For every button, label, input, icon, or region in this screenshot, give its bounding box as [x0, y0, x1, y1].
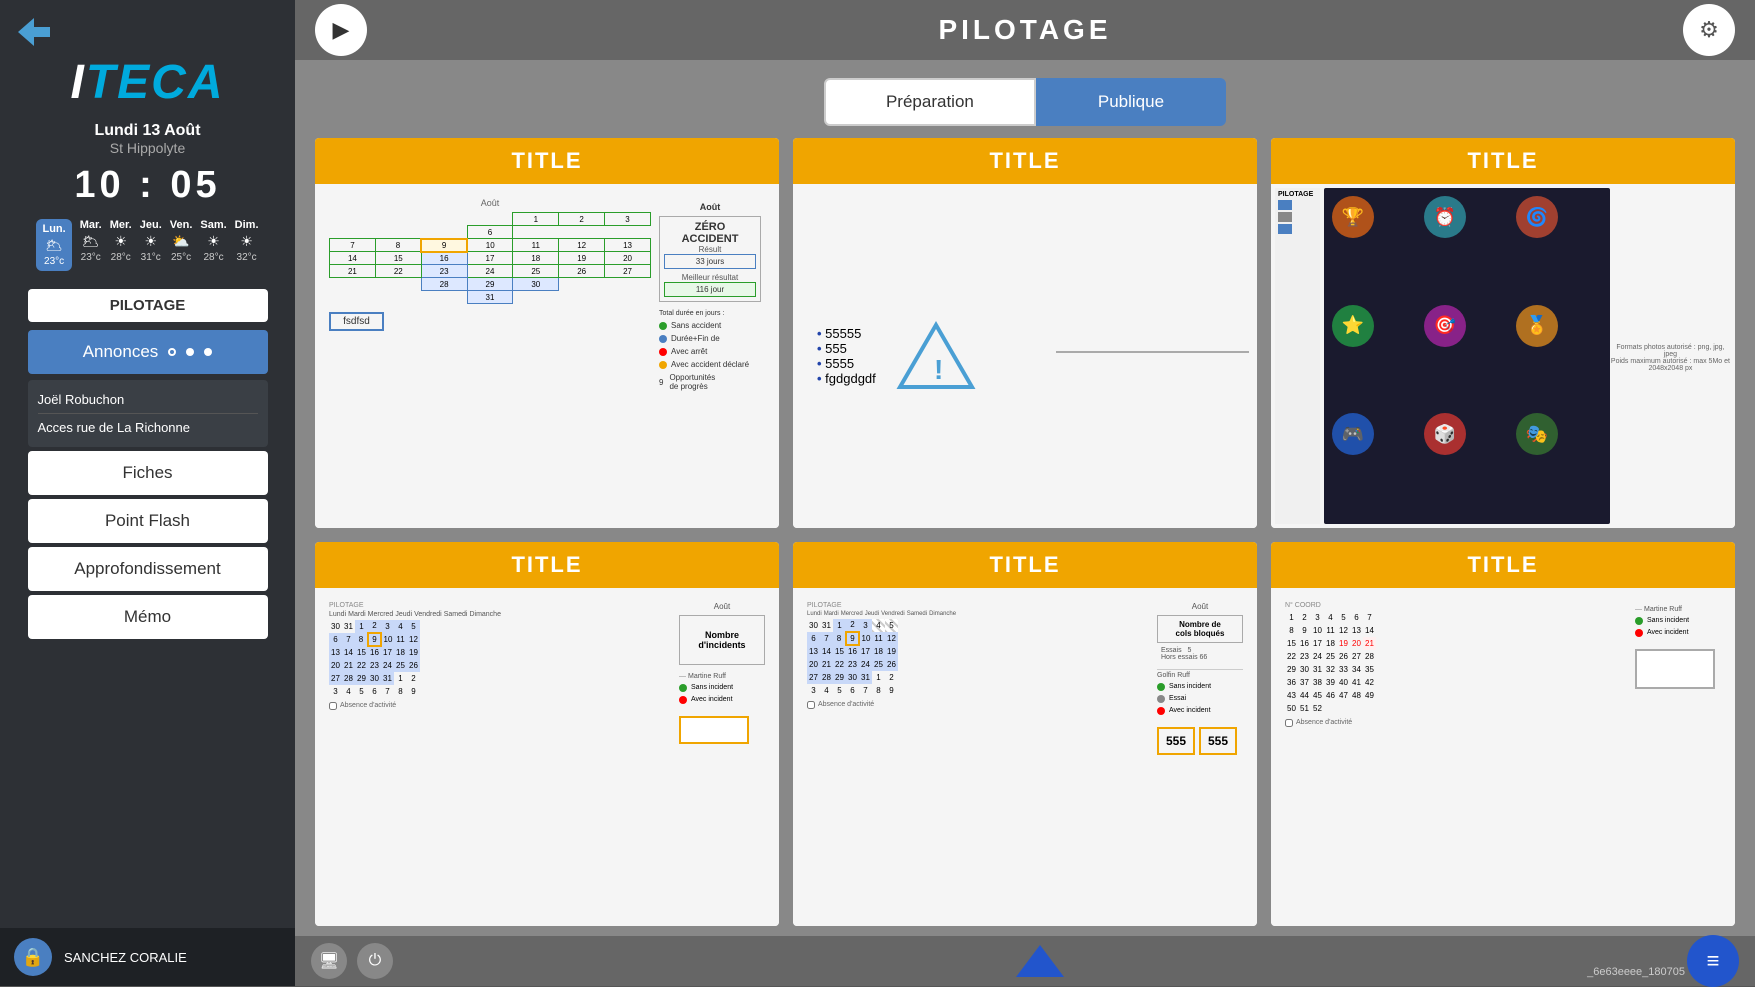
- card-1[interactable]: TITLE Août 123 6: [315, 138, 779, 528]
- user-name: SANCHEZ CORALIE: [64, 950, 187, 965]
- dot-2: [186, 348, 194, 356]
- card-5-body: PILOTAGE LundiMardiMercredJeudiVendrediS…: [793, 588, 1257, 927]
- sidebar-item-fiches[interactable]: Fiches: [28, 451, 268, 495]
- weather-day-6: Dim. ☀ 32°c: [235, 219, 259, 263]
- sidebar: ITECA Lundi 13 Août St Hippolyte 10 : 05…: [0, 0, 295, 986]
- weather-row: Lun. 🌥 23°c Mar. 🌥 23°c Mer. ☀ 28°c Jeu.…: [36, 219, 258, 271]
- dot-3: [204, 348, 212, 356]
- sidebar-location: St Hippolyte: [110, 140, 185, 156]
- sidebar-item-memo[interactable]: Mémo: [28, 595, 268, 639]
- list-item: 55555: [817, 326, 876, 341]
- card-6-title: TITLE: [1271, 542, 1735, 588]
- card-4[interactable]: TITLE PILOTAGE LundiMardiMercredJeudiVen…: [315, 542, 779, 927]
- sidebar-time: 10 : 05: [74, 164, 220, 207]
- power-icon-btn[interactable]: ⏻: [357, 943, 393, 979]
- card-6-body: N° COORD 1234567 891011121314 1516171819…: [1271, 588, 1735, 927]
- photo-thumb: 🎲: [1424, 413, 1466, 455]
- list-item: 555: [817, 341, 876, 356]
- settings-button[interactable]: ⚙: [1683, 4, 1735, 56]
- card-6[interactable]: TITLE N° COORD 1234567 891011121314: [1271, 542, 1735, 927]
- logo: ITECA: [70, 55, 224, 110]
- sidebar-sub-items: Joël Robuchon Acces rue de La Richonne: [28, 380, 268, 447]
- version-text: _6e63eeee_180705: [1587, 966, 1685, 978]
- card-5-title: TITLE: [793, 542, 1257, 588]
- warning-icon: !: [896, 321, 976, 391]
- card-4-title: TITLE: [315, 542, 779, 588]
- play-button[interactable]: ▶: [315, 4, 367, 56]
- card-3[interactable]: TITLE PILOTAGE 🏆 ⏰ 🌀 ⭐: [1271, 138, 1735, 528]
- photo-thumb: ⭐: [1332, 305, 1374, 347]
- photo-thumb: 🏅: [1516, 305, 1558, 347]
- sidebar-item-approfondissement[interactable]: Approfondissement: [28, 547, 268, 591]
- weather-day-5: Sam. ☀ 28°c: [200, 219, 226, 263]
- photo-thumb: ⏰: [1424, 196, 1466, 238]
- card-3-title: TITLE: [1271, 138, 1735, 184]
- photo-thumb: 🎯: [1424, 305, 1466, 347]
- weather-day-4: Ven. ⛅ 25°c: [170, 219, 193, 263]
- card-2-body: 55555 555 5555 fgdgdgdf !: [793, 184, 1257, 528]
- list-item: 5555: [817, 356, 876, 371]
- lock-button[interactable]: 🔒: [14, 938, 52, 976]
- sidebar-sub-acces[interactable]: Acces rue de La Richonne: [38, 414, 258, 441]
- sidebar-bottom: 🔒 SANCHEZ CORALIE: [0, 928, 295, 986]
- list-item: fgdgdgdf: [817, 371, 876, 386]
- card-3-body: PILOTAGE 🏆 ⏰ 🌀 ⭐ 🎯 🏅 🎮 🎲: [1271, 184, 1735, 528]
- sidebar-nav: Annonces Joël Robuchon Acces rue de La R…: [28, 330, 268, 639]
- monitor-icon-btn[interactable]: 🖥: [311, 943, 347, 979]
- tab-preparation[interactable]: Préparation: [824, 78, 1036, 126]
- weather-day-0: Lun. 🌥 23°c: [36, 219, 71, 271]
- photo-thumb: 🎭: [1516, 413, 1558, 455]
- main-content: ▶ PILOTAGE ⚙ Préparation Publique TITLE …: [295, 0, 1755, 986]
- menu-fab-button[interactable]: ≡: [1687, 935, 1739, 987]
- back-button[interactable]: [18, 18, 50, 49]
- main-bottom-bar: 🖥 ⏻ ≡: [295, 936, 1755, 986]
- card-5[interactable]: TITLE PILOTAGE LundiMardiMercredJeudiVen…: [793, 542, 1257, 927]
- photo-thumb: 🏆: [1332, 196, 1374, 238]
- svg-text:!: !: [934, 354, 943, 385]
- dot-1: [168, 348, 176, 356]
- bottom-left-icons: 🖥 ⏻: [311, 943, 393, 979]
- weather-day-3: Jeu. ☀ 31°c: [140, 219, 162, 263]
- pilotage-label: PILOTAGE: [28, 289, 268, 322]
- card-4-body: PILOTAGE LundiMardiMercredJeudiVendrediS…: [315, 588, 779, 927]
- card-2-list: 55555 555 5555 fgdgdgdf: [817, 326, 876, 386]
- main-header: ▶ PILOTAGE ⚙: [295, 0, 1755, 60]
- bottom-center: [1016, 945, 1064, 977]
- scroll-up-button[interactable]: [1016, 945, 1064, 977]
- tabs-row: Préparation Publique: [295, 78, 1755, 126]
- sidebar-item-pointflash[interactable]: Point Flash: [28, 499, 268, 543]
- sidebar-date: Lundi 13 Août: [94, 122, 200, 140]
- card-2-title: TITLE: [793, 138, 1257, 184]
- sidebar-sub-joel[interactable]: Joël Robuchon: [38, 386, 258, 414]
- photo-thumb: 🌀: [1516, 196, 1558, 238]
- bottom-right-icons: ≡: [1687, 935, 1739, 987]
- sidebar-item-annonces[interactable]: Annonces: [28, 330, 268, 374]
- card-1-body: Août 123 6 7 8 9: [315, 184, 779, 528]
- main-title: PILOTAGE: [315, 14, 1735, 46]
- tab-publique[interactable]: Publique: [1036, 78, 1226, 126]
- card-1-title: TITLE: [315, 138, 779, 184]
- card-2[interactable]: TITLE 55555 555 5555 fgdgdgdf !: [793, 138, 1257, 528]
- weather-day-2: Mer. ☀ 28°c: [110, 219, 132, 263]
- photo-thumb: 🎮: [1332, 413, 1374, 455]
- weather-day-1: Mar. 🌥 23°c: [80, 219, 102, 263]
- cards-grid: TITLE Août 123 6: [295, 138, 1755, 936]
